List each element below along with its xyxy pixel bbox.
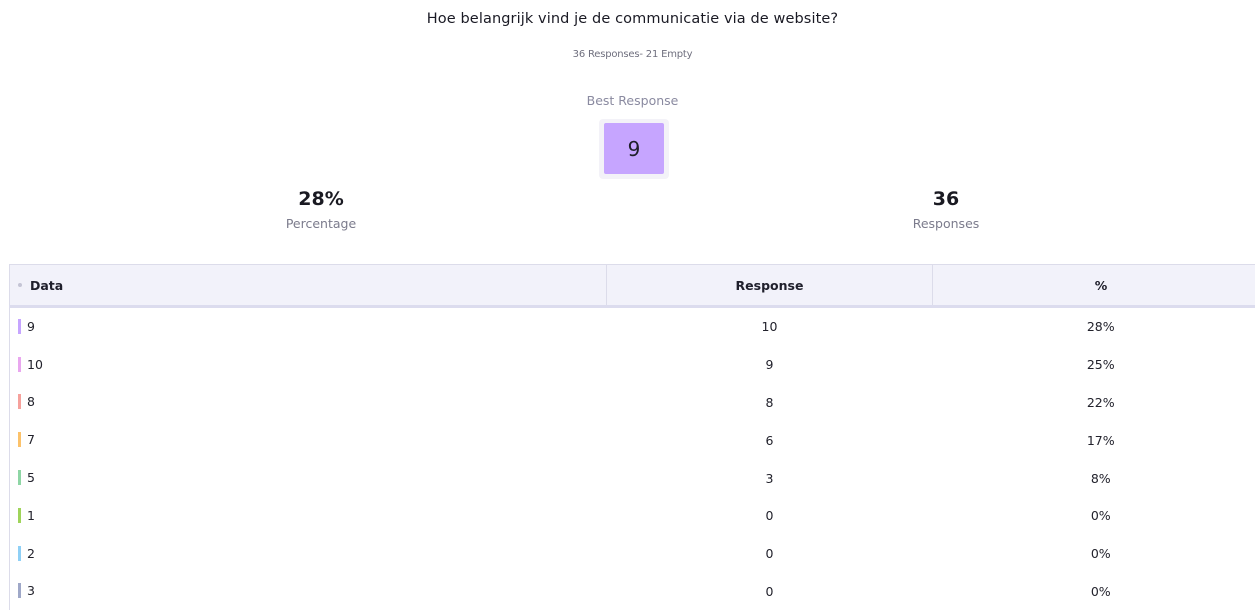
table-row[interactable]: 1 00% [10,497,1255,535]
table-row[interactable]: 3 00% [10,573,1255,610]
results-table: Data Response % 91028%10925%8822%7617%53… [9,264,1255,610]
color-swatch-icon [18,470,21,485]
row-percent-cell: 28% [933,307,1255,346]
row-response-cell: 0 [607,573,933,610]
row-data-label: 10 [27,357,43,372]
row-data-cell: 7 [10,421,607,459]
color-swatch-icon [18,357,21,372]
row-response-cell: 6 [607,421,933,459]
column-header-data-label: Data [30,278,63,293]
row-data-cell: 3 [10,573,607,610]
color-swatch-icon [18,546,21,561]
row-data-label: 1 [27,508,35,523]
percentage-value: 28% [221,188,421,210]
column-header-percent[interactable]: % [933,265,1255,307]
row-percent-cell: 0% [933,573,1255,610]
color-swatch-icon [18,432,21,447]
percentage-label: Percentage [221,216,421,231]
column-header-data[interactable]: Data [10,265,607,307]
color-swatch-icon [18,508,21,523]
row-percent-cell: 17% [933,421,1255,459]
sort-indicator-icon [18,283,22,287]
responses-stat: 36 Responses [846,188,1046,231]
row-response-cell: 0 [607,497,933,535]
best-response-value: 9 [604,123,664,174]
row-response-cell: 3 [607,459,933,497]
color-swatch-icon [18,583,21,598]
row-data-cell: 5 [10,459,607,497]
table-row[interactable]: 5 38% [10,459,1255,497]
row-percent-cell: 0% [933,535,1255,573]
table-row[interactable]: 10 925% [10,346,1255,384]
row-data-cell: 10 [10,346,607,384]
row-data-cell: 8 [10,384,607,422]
row-data-label: 7 [27,432,35,447]
row-data-label: 2 [27,546,35,561]
table-row[interactable]: 9 1028% [10,307,1255,346]
color-swatch-icon [18,394,21,409]
row-data-cell: 9 [10,307,607,346]
row-response-cell: 8 [607,384,933,422]
responses-label: Responses [846,216,1046,231]
question-title: Hoe belangrijk vind je de communicatie v… [0,11,1255,27]
row-percent-cell: 25% [933,346,1255,384]
row-response-cell: 9 [607,346,933,384]
best-response-label: Best Response [0,93,1255,108]
table-row[interactable]: 8822% [10,384,1255,422]
row-response-cell: 10 [607,307,933,346]
row-percent-cell: 22% [933,384,1255,422]
row-data-cell: 1 [10,497,607,535]
response-summary: 36 Responses- 21 Empty [0,49,1255,60]
row-data-label: 5 [27,470,35,485]
best-response-card: 9 [599,119,669,179]
row-data-label: 3 [27,583,35,598]
color-swatch-icon [18,319,21,334]
row-data-label: 8 [27,394,35,409]
row-percent-cell: 0% [933,497,1255,535]
table-header-row: Data Response % [10,265,1255,307]
table-row[interactable]: 7 617% [10,421,1255,459]
row-percent-cell: 8% [933,459,1255,497]
table-row[interactable]: 2 00% [10,535,1255,573]
percentage-stat: 28% Percentage [221,188,421,231]
row-data-label: 9 [27,319,35,334]
column-header-response[interactable]: Response [607,265,933,307]
responses-value: 36 [846,188,1046,210]
row-response-cell: 0 [607,535,933,573]
row-data-cell: 2 [10,535,607,573]
